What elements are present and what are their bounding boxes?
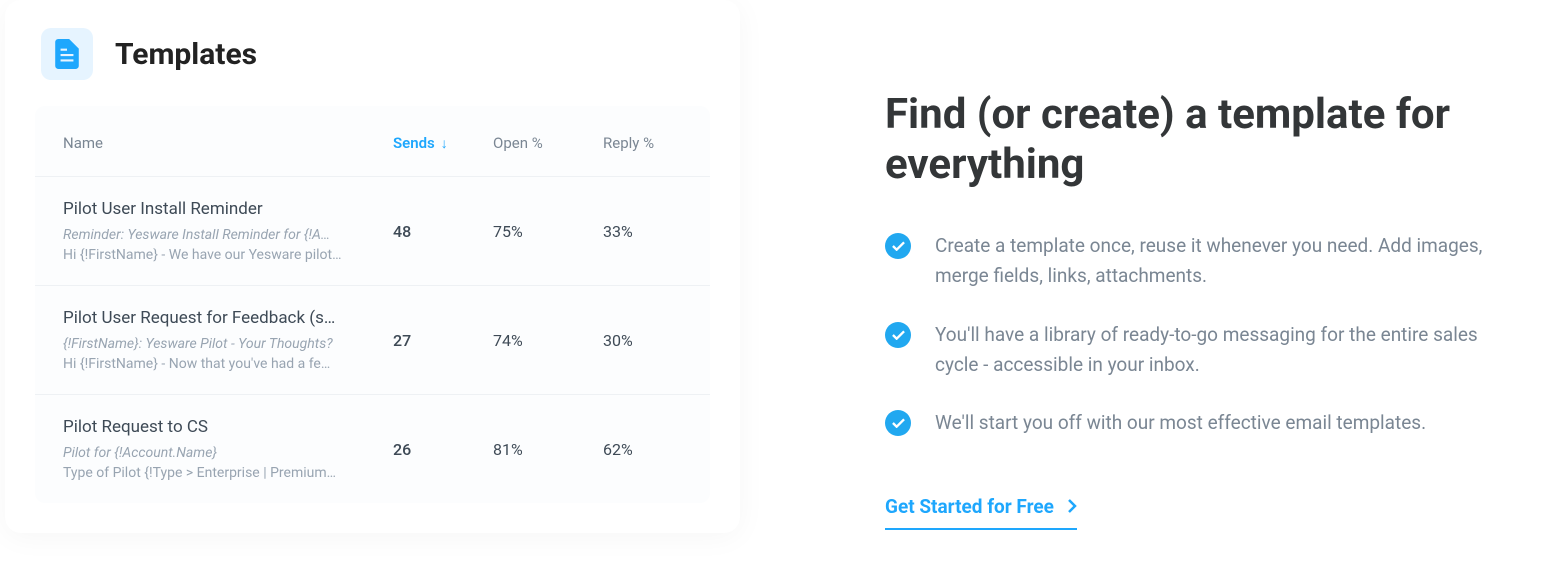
column-reply[interactable]: Reply % — [603, 134, 682, 152]
template-title: Pilot User Install Reminder — [63, 199, 373, 219]
sends-cell: 48 — [393, 222, 493, 241]
feature-text: We'll start you off with our most effect… — [935, 408, 1426, 438]
table-row[interactable]: Pilot User Install Reminder Reminder: Ye… — [35, 177, 710, 286]
hero-headline: Find (or create) a template for everythi… — [885, 90, 1525, 191]
hero-section: Find (or create) a template for everythi… — [740, 0, 1555, 577]
table-row[interactable]: Pilot Request to CS Pilot for {!Account.… — [35, 395, 710, 503]
column-name[interactable]: Name — [63, 134, 393, 152]
column-sends[interactable]: Sends ↓ — [393, 134, 493, 152]
table-row[interactable]: Pilot User Request for Feedback (s… {!Fi… — [35, 286, 710, 395]
reply-cell: 62% — [603, 440, 682, 459]
reply-cell: 33% — [603, 222, 682, 241]
table-header-row: Name Sends ↓ Open % Reply % — [35, 106, 710, 177]
template-body: Type of Pilot {!Type > Enterprise | Prem… — [63, 465, 373, 481]
open-cell: 75% — [493, 222, 603, 241]
template-subject: Pilot for {!Account.Name} — [63, 445, 373, 461]
check-icon — [885, 233, 911, 259]
feature-item: We'll start you off with our most effect… — [885, 408, 1525, 438]
template-title: Pilot Request to CS — [63, 417, 373, 437]
open-cell: 74% — [493, 331, 603, 350]
template-body: Hi {!FirstName} - Now that you've had a … — [63, 356, 373, 372]
check-icon — [885, 410, 911, 436]
column-sends-label: Sends — [393, 134, 435, 152]
reply-cell: 30% — [603, 331, 682, 350]
document-icon — [41, 28, 93, 80]
name-cell: Pilot User Request for Feedback (s… {!Fi… — [63, 308, 393, 372]
template-body: Hi {!FirstName} - We have our Yesware pi… — [63, 247, 373, 263]
feature-text: You'll have a library of ready-to-go mes… — [935, 320, 1525, 381]
feature-text: Create a template once, reuse it wheneve… — [935, 231, 1525, 292]
card-title: Templates — [115, 37, 257, 72]
feature-item: You'll have a library of ready-to-go mes… — [885, 320, 1525, 381]
column-open[interactable]: Open % — [493, 134, 603, 152]
name-cell: Pilot User Install Reminder Reminder: Ye… — [63, 199, 393, 263]
cta-label: Get Started for Free — [885, 495, 1054, 518]
templates-panel: Templates Name Sends ↓ Open % Reply % Pi… — [0, 0, 740, 577]
sends-cell: 26 — [393, 440, 493, 459]
name-cell: Pilot Request to CS Pilot for {!Account.… — [63, 417, 393, 481]
template-subject: Reminder: Yesware Install Reminder for {… — [63, 227, 373, 243]
chevron-right-icon — [1068, 499, 1077, 513]
cta-link[interactable]: Get Started for Free — [885, 495, 1077, 530]
open-cell: 81% — [493, 440, 603, 459]
template-subject: {!FirstName}: Yesware Pilot - Your Thoug… — [63, 336, 373, 352]
feature-list: Create a template once, reuse it wheneve… — [885, 231, 1525, 439]
templates-table: Name Sends ↓ Open % Reply % Pilot User I… — [35, 106, 710, 503]
sort-arrow-down-icon: ↓ — [441, 135, 448, 152]
template-title: Pilot User Request for Feedback (s… — [63, 308, 373, 328]
sends-cell: 27 — [393, 331, 493, 350]
feature-item: Create a template once, reuse it wheneve… — [885, 231, 1525, 292]
card-header: Templates — [5, 0, 740, 100]
templates-card: Templates Name Sends ↓ Open % Reply % Pi… — [5, 0, 740, 533]
check-icon — [885, 322, 911, 348]
